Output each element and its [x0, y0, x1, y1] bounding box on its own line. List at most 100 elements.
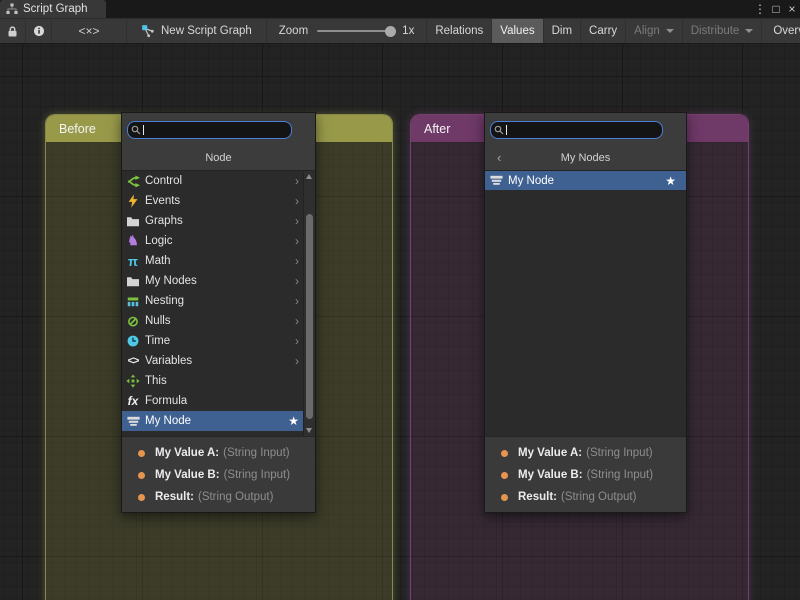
scrollbar-thumb[interactable] [306, 214, 313, 419]
logic-icon: ♞ [125, 233, 141, 249]
graph-toolbar: <×> New Script Graph Zoom 1x Relations V… [0, 18, 800, 44]
back-button[interactable]: ‹ [497, 148, 501, 168]
list-item-this[interactable]: This [122, 371, 315, 391]
align-dropdown[interactable]: Align [626, 19, 683, 43]
new-script-graph-button[interactable]: New Script Graph [127, 19, 267, 43]
fuzzy-finder-before: Node Control › Events › Graphs › ♞ Logic… [121, 112, 316, 513]
text-caret [506, 125, 507, 135]
close-icon[interactable]: × [784, 0, 800, 18]
port-type: (String Input) [224, 469, 290, 481]
chevron-right-icon: › [295, 234, 299, 248]
list-item-my-node[interactable]: My Node ★ [122, 411, 315, 431]
distribute-dropdown[interactable]: Distribute [683, 19, 763, 43]
nesting-icon [125, 293, 141, 309]
node-ports-preview: My Value A: (String Input) My Value B: (… [485, 436, 686, 512]
list-item-time[interactable]: Time › [122, 331, 315, 351]
zoom-label: Zoom [279, 25, 308, 37]
list-item-label: Graphs [145, 215, 183, 227]
finder-category-header: Node [122, 148, 315, 168]
fuzzy-finder-after: ‹ My Nodes My Node ★ My Value A: (String… [484, 112, 687, 513]
group-before-title: Before [59, 122, 96, 136]
list-item-label: Time [145, 335, 170, 347]
list-item-variables[interactable]: <> Variables › [122, 351, 315, 371]
port-type: (String Input) [223, 447, 289, 459]
list-item-events[interactable]: Events › [122, 191, 315, 211]
port-name: My Value A: [518, 447, 582, 459]
port-row: Result: (String Output) [122, 486, 315, 508]
lock-icon [6, 25, 19, 38]
distribute-label: Distribute [691, 25, 740, 37]
chevron-right-icon: › [295, 274, 299, 288]
search-box[interactable] [127, 121, 292, 139]
chevron-right-icon: › [295, 214, 299, 228]
list-item-label: Math [145, 255, 171, 267]
window-menu-icon[interactable]: ⋮ [752, 0, 768, 18]
overview-label: Overview [773, 25, 800, 37]
scroll-up-icon[interactable] [306, 174, 312, 179]
zoom-slider[interactable] [317, 30, 393, 32]
scrollbar[interactable] [303, 171, 315, 436]
time-icon [125, 333, 141, 349]
chevron-right-icon: › [295, 314, 299, 328]
math-icon: π [125, 253, 141, 269]
search-input[interactable] [509, 124, 659, 136]
info-icon [32, 24, 46, 38]
port-dot-icon [501, 472, 508, 479]
list-item-label: My Node [508, 175, 554, 187]
tab-script-graph[interactable]: Script Graph [0, 0, 106, 18]
port-type: (String Output) [198, 491, 273, 503]
list-item-nulls[interactable]: ⊘ Nulls › [122, 311, 315, 331]
list-item-math[interactable]: π Math › [122, 251, 315, 271]
list-item-logic[interactable]: ♞ Logic › [122, 231, 315, 251]
port-name: Result: [518, 491, 557, 503]
tab-bar: Script Graph ⋮ □ × [0, 0, 800, 18]
list-item-graphs[interactable]: Graphs › [122, 211, 315, 231]
values-label: Values [500, 25, 534, 37]
port-name: My Value A: [155, 447, 219, 459]
text-caret [143, 125, 144, 135]
port-type: (String Input) [587, 469, 653, 481]
port-dot-icon [138, 472, 145, 479]
port-dot-icon [501, 450, 508, 457]
scroll-down-icon[interactable] [306, 428, 312, 433]
code-view-button[interactable]: <×> [52, 19, 127, 43]
favorite-star-icon[interactable]: ★ [288, 414, 299, 428]
search-box[interactable] [490, 121, 663, 139]
list-item-formula[interactable]: fx Formula [122, 391, 315, 411]
breadcrumb: My Nodes [561, 152, 611, 164]
code-icon: <×> [78, 24, 99, 38]
list-item-control[interactable]: Control › [122, 171, 315, 191]
port-row: My Value A: (String Input) [485, 442, 686, 464]
info-button[interactable] [26, 19, 52, 43]
lock-button[interactable] [0, 19, 26, 43]
list-item-label: Control [145, 175, 182, 187]
chevron-down-icon [745, 29, 753, 33]
port-dot-icon [501, 494, 508, 501]
maximize-icon[interactable]: □ [768, 0, 784, 18]
port-row: My Value B: (String Input) [122, 464, 315, 486]
node-ports-preview: My Value A: (String Input) My Value B: (… [122, 436, 315, 512]
zoom-slider-handle[interactable] [385, 26, 396, 37]
dim-button[interactable]: Dim [544, 19, 581, 43]
finder-top: ‹ My Nodes [485, 113, 686, 170]
dim-label: Dim [552, 25, 572, 37]
port-dot-icon [138, 450, 145, 457]
search-input[interactable] [146, 124, 288, 136]
search-icon [494, 125, 504, 135]
chevron-right-icon: › [295, 194, 299, 208]
new-graph-label: New Script Graph [161, 25, 252, 37]
finder-list: My Node ★ [485, 170, 686, 436]
control-icon [125, 173, 141, 189]
list-item-my-node[interactable]: My Node ★ [485, 171, 686, 190]
list-item-my-nodes[interactable]: My Nodes › [122, 271, 315, 291]
favorite-star-icon[interactable]: ★ [665, 174, 676, 188]
values-button[interactable]: Values [492, 19, 543, 43]
list-item-nesting[interactable]: Nesting › [122, 291, 315, 311]
script-graph-window: Script Graph ⋮ □ × <×> New Script Graph [0, 0, 800, 600]
align-label: Align [634, 25, 660, 37]
overview-button[interactable]: Overview [762, 19, 800, 43]
port-dot-icon [138, 494, 145, 501]
relations-button[interactable]: Relations [427, 19, 492, 43]
carry-button[interactable]: Carry [581, 19, 626, 43]
group-after-title: After [424, 122, 450, 136]
